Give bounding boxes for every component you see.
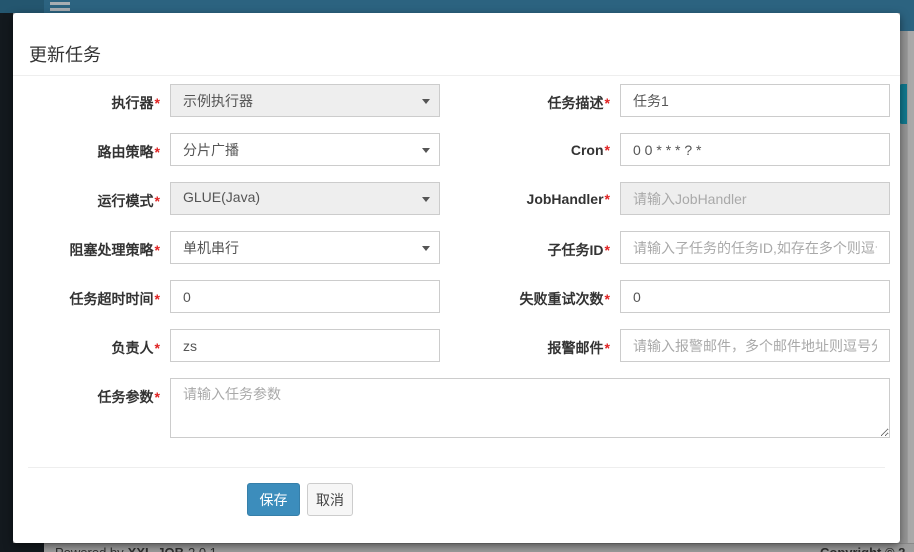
- alarm-email-input[interactable]: [620, 329, 890, 362]
- chevron-down-icon: [422, 246, 430, 251]
- job-param-textarea[interactable]: [170, 378, 890, 438]
- route-strategy-label: 路由策略*: [10, 142, 160, 162]
- required-marker: *: [155, 95, 160, 111]
- executor-select: 示例执行器: [170, 84, 440, 117]
- save-button[interactable]: 保存: [247, 483, 300, 516]
- sidebar-bottom-edge: [0, 543, 44, 552]
- footer-brand: XXL-JOB: [128, 545, 184, 552]
- cron-label: Cron*: [460, 142, 610, 158]
- job-desc-input[interactable]: [620, 84, 890, 117]
- required-marker: *: [155, 193, 160, 209]
- fail-retry-label: 失败重试次数*: [460, 289, 610, 309]
- job-desc-label: 任务描述*: [460, 93, 610, 113]
- required-marker: *: [605, 291, 610, 307]
- child-jobid-input[interactable]: [620, 231, 890, 264]
- author-input[interactable]: [170, 329, 440, 362]
- modal-header-divider: [13, 75, 900, 76]
- jobhandler-label: JobHandler*: [460, 191, 610, 207]
- cancel-button[interactable]: 取消: [307, 483, 353, 516]
- modal-title: 更新任务: [29, 41, 101, 67]
- page-scrollbar[interactable]: [907, 31, 914, 543]
- required-marker: *: [155, 340, 160, 356]
- update-task-modal: 更新任务 执行器* 示例执行器 任务描述* 路由策略* 分片广播 Cron* 运…: [13, 13, 900, 543]
- required-marker: *: [605, 95, 610, 111]
- required-marker: *: [155, 389, 160, 405]
- top-navbar-edge: [900, 0, 914, 31]
- block-strategy-label: 阻塞处理策略*: [10, 240, 160, 260]
- top-navbar: [0, 0, 914, 13]
- chevron-down-icon: [422, 148, 430, 153]
- timeout-input[interactable]: [170, 280, 440, 313]
- block-strategy-select[interactable]: 单机串行: [170, 231, 440, 264]
- page-footer: Powered byXXL-JOB2.0.1 Copyright © 2: [44, 543, 914, 552]
- footer-powered-text: Powered byXXL-JOB2.0.1: [55, 545, 217, 552]
- author-label: 负责人*: [10, 338, 160, 358]
- chevron-down-icon: [422, 197, 430, 202]
- required-marker: *: [605, 191, 610, 207]
- required-marker: *: [155, 291, 160, 307]
- glue-type-label: 运行模式*: [10, 191, 160, 211]
- form-footer-divider: [28, 467, 885, 468]
- alarm-email-label: 报警邮件*: [460, 338, 610, 358]
- hamburger-icon[interactable]: [50, 0, 70, 13]
- chevron-down-icon: [422, 99, 430, 104]
- footer-copyright: Copyright © 2: [820, 545, 905, 552]
- app-screen: Powered byXXL-JOB2.0.1 Copyright © 2 更新任…: [0, 0, 914, 552]
- logo-area: [0, 0, 44, 13]
- fail-retry-input[interactable]: [620, 280, 890, 313]
- timeout-label: 任务超时时间*: [10, 289, 160, 309]
- required-marker: *: [155, 242, 160, 258]
- required-marker: *: [605, 242, 610, 258]
- route-strategy-select[interactable]: 分片广播: [170, 133, 440, 166]
- cron-input[interactable]: [620, 133, 890, 166]
- glue-type-select: GLUE(Java): [170, 182, 440, 215]
- child-jobid-label: 子任务ID*: [460, 240, 610, 260]
- required-marker: *: [605, 142, 610, 158]
- required-marker: *: [155, 144, 160, 160]
- executor-label: 执行器*: [10, 93, 160, 113]
- required-marker: *: [605, 340, 610, 356]
- job-param-label: 任务参数*: [10, 387, 160, 407]
- jobhandler-input: [620, 182, 890, 215]
